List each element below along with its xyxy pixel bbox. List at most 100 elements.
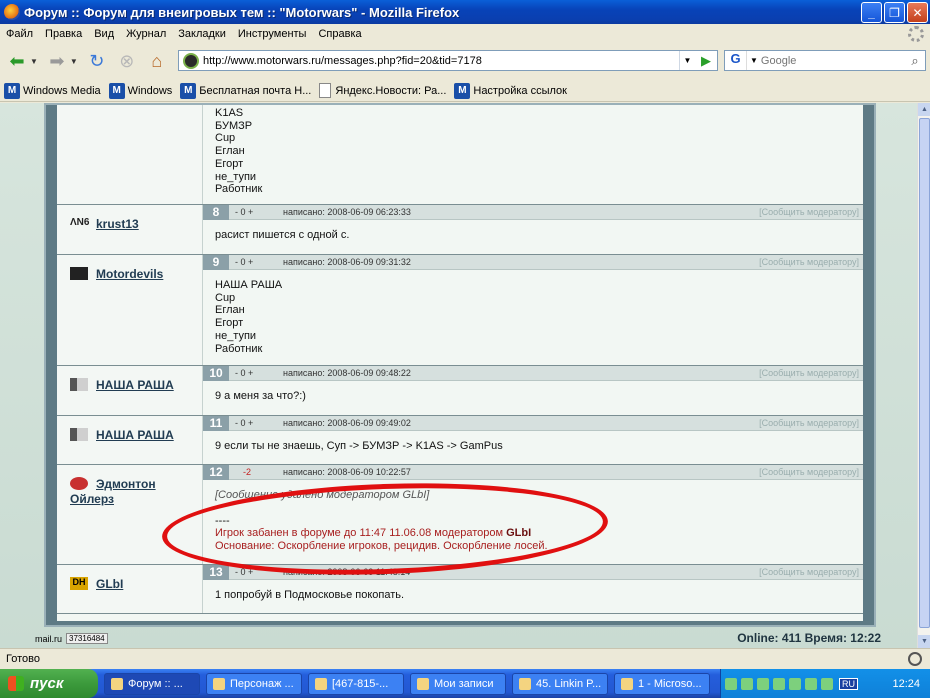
status-icon[interactable] bbox=[908, 652, 922, 666]
post-date: написано: 2008-06-09 09:48:22 bbox=[283, 368, 411, 378]
bookmark-item[interactable]: M Настройка ссылок bbox=[454, 82, 567, 99]
post-body: 1 попробуй в Подмосковье покопать. bbox=[215, 589, 404, 602]
author-link[interactable]: Эдмонтон bbox=[96, 477, 156, 491]
taskbar-item[interactable]: 45. Linkin P... bbox=[512, 672, 608, 695]
menu-view[interactable]: Вид bbox=[94, 28, 114, 40]
taskbar-item[interactable]: [467-815-... bbox=[308, 672, 404, 695]
post-header: 10 - 0 + написано: 2008-06-09 09:48:22 [… bbox=[203, 366, 863, 381]
vote-controls[interactable]: - 0 + bbox=[235, 418, 253, 428]
windows-flag-icon bbox=[8, 676, 24, 691]
url-text[interactable]: http://www.motorwars.ru/messages.php?fid… bbox=[203, 55, 679, 67]
scroll-down-icon[interactable]: ▼ bbox=[918, 635, 930, 648]
avatar bbox=[70, 378, 88, 391]
bookmark-item[interactable]: M Windows Media bbox=[4, 82, 101, 99]
post-number: 13 bbox=[203, 565, 229, 580]
forward-icon[interactable]: ➡ bbox=[44, 48, 70, 74]
post-author-column: DH GLbI bbox=[57, 565, 203, 613]
search-input[interactable] bbox=[760, 54, 905, 67]
post-line: БУМЗР bbox=[215, 119, 253, 132]
mailru-counter[interactable]: mail.ru 37316484 bbox=[35, 633, 108, 644]
search-engine-dropdown[interactable]: ▼ bbox=[747, 56, 761, 65]
task-label: Мои записи bbox=[434, 677, 494, 690]
app-icon bbox=[315, 677, 327, 690]
bookmark-item[interactable]: M Бесплатная почта Н... bbox=[180, 82, 311, 99]
post-body: НАША РАША Cup Еглан Егорт не_тупи Работн… bbox=[215, 279, 282, 355]
taskbar-item[interactable]: 1 - Microso... bbox=[614, 672, 710, 695]
taskbar-item[interactable]: Мои записи bbox=[410, 672, 506, 695]
tray-icon[interactable] bbox=[741, 677, 753, 690]
post-body: 9 если ты не знаешь, Суп -> БУМЗР -> K1A… bbox=[215, 440, 503, 453]
taskbar-item[interactable]: Форум :: ... bbox=[104, 672, 200, 695]
taskbar-item[interactable]: Персонаж ... bbox=[206, 672, 302, 695]
tray-icon[interactable] bbox=[725, 677, 737, 690]
forum-post: НАША РАША 10 - 0 + написано: 2008-06-09 … bbox=[57, 366, 863, 416]
post-author-column: Motordevils bbox=[57, 255, 203, 365]
search-engine-icon[interactable]: G bbox=[725, 51, 747, 70]
author-link-line2[interactable]: Ойлерз bbox=[70, 492, 114, 506]
page-icon bbox=[319, 83, 332, 98]
bookmark-item[interactable]: Яндекс.Новости: Ра... bbox=[319, 83, 446, 98]
tray-icon[interactable] bbox=[757, 677, 769, 690]
post-number: 12 bbox=[203, 465, 229, 480]
tray-icon[interactable] bbox=[821, 677, 833, 690]
tray-icon[interactable] bbox=[789, 677, 801, 690]
author-link[interactable]: Motordevils bbox=[96, 267, 163, 281]
report-moderator-link[interactable]: [Сообщить модератору] bbox=[759, 207, 859, 217]
scroll-up-icon[interactable]: ▲ bbox=[918, 103, 930, 116]
back-history-dropdown[interactable]: ▼ bbox=[30, 57, 38, 66]
word-icon bbox=[621, 677, 633, 690]
maximize-button[interactable]: ❐ bbox=[884, 2, 905, 23]
msn-icon: M bbox=[454, 82, 471, 99]
minimize-button[interactable]: _ bbox=[861, 2, 882, 23]
post-author-column: НАША РАША bbox=[57, 416, 203, 464]
stop-icon[interactable]: ⊗ bbox=[114, 48, 140, 74]
vote-controls[interactable]: - 0 + bbox=[235, 257, 253, 267]
post-line: не_тупи bbox=[215, 170, 257, 183]
report-moderator-link[interactable]: [Сообщить модератору] bbox=[759, 368, 859, 378]
menu-tools[interactable]: Инструменты bbox=[238, 28, 307, 40]
menu-file[interactable]: Файл bbox=[6, 28, 33, 40]
vote-score[interactable]: -2 bbox=[243, 467, 251, 477]
throbber-icon bbox=[908, 26, 924, 42]
author-link[interactable]: krust13 bbox=[96, 217, 139, 231]
menu-bookmarks[interactable]: Закладки bbox=[178, 28, 226, 40]
menu-edit[interactable]: Правка bbox=[45, 28, 82, 40]
language-indicator[interactable]: RU bbox=[839, 677, 858, 690]
author-link[interactable]: НАША РАША bbox=[96, 428, 174, 442]
taskbar: пуск Форум :: ... Персонаж ... [467-815-… bbox=[0, 669, 930, 698]
report-moderator-link[interactable]: [Сообщить модератору] bbox=[759, 567, 859, 577]
author-link[interactable]: НАША РАША bbox=[96, 378, 174, 392]
vertical-scrollbar[interactable]: ▲ ▼ bbox=[917, 103, 930, 648]
msn-icon: M bbox=[108, 82, 125, 99]
close-button[interactable]: ✕ bbox=[907, 2, 928, 23]
start-button[interactable]: пуск bbox=[0, 669, 98, 698]
bookmark-item[interactable]: M Windows bbox=[108, 82, 172, 99]
vote-controls[interactable]: - 0 + bbox=[235, 368, 253, 378]
back-icon[interactable]: ⬅ bbox=[4, 48, 30, 74]
tray-icon[interactable] bbox=[773, 677, 785, 690]
bookmark-label: Windows Media bbox=[23, 84, 101, 97]
menu-history[interactable]: Журнал bbox=[126, 28, 166, 40]
author-link[interactable]: GLbI bbox=[96, 577, 123, 591]
post-author-column: ΛΝ6 krust13 bbox=[57, 205, 203, 254]
tray-icon[interactable] bbox=[805, 677, 817, 690]
task-label: Персонаж ... bbox=[230, 677, 294, 690]
home-icon[interactable]: ⌂ bbox=[144, 48, 170, 74]
post-number: 8 bbox=[203, 205, 229, 220]
go-icon[interactable]: ▶ bbox=[695, 53, 717, 69]
vote-controls[interactable]: - 0 + bbox=[235, 207, 253, 217]
menu-help[interactable]: Справка bbox=[318, 28, 361, 40]
forward-history-dropdown[interactable]: ▼ bbox=[70, 57, 78, 66]
report-moderator-link[interactable]: [Сообщить модератору] bbox=[759, 418, 859, 428]
search-icon[interactable]: ⌕ bbox=[905, 53, 925, 69]
reload-icon[interactable]: ↻ bbox=[84, 48, 110, 74]
url-dropdown-icon[interactable]: ▼ bbox=[679, 51, 695, 70]
post-line: K1AS bbox=[215, 107, 244, 119]
url-bar[interactable]: http://www.motorwars.ru/messages.php?fid… bbox=[178, 50, 718, 71]
report-moderator-link[interactable]: [Сообщить модератору] bbox=[759, 257, 859, 267]
negative-score: -2 bbox=[243, 467, 252, 477]
report-moderator-link[interactable]: [Сообщить модератору] bbox=[759, 467, 859, 477]
scroll-thumb[interactable] bbox=[919, 118, 930, 628]
clock: 12:24 bbox=[892, 677, 920, 690]
post-number: 9 bbox=[203, 255, 229, 270]
